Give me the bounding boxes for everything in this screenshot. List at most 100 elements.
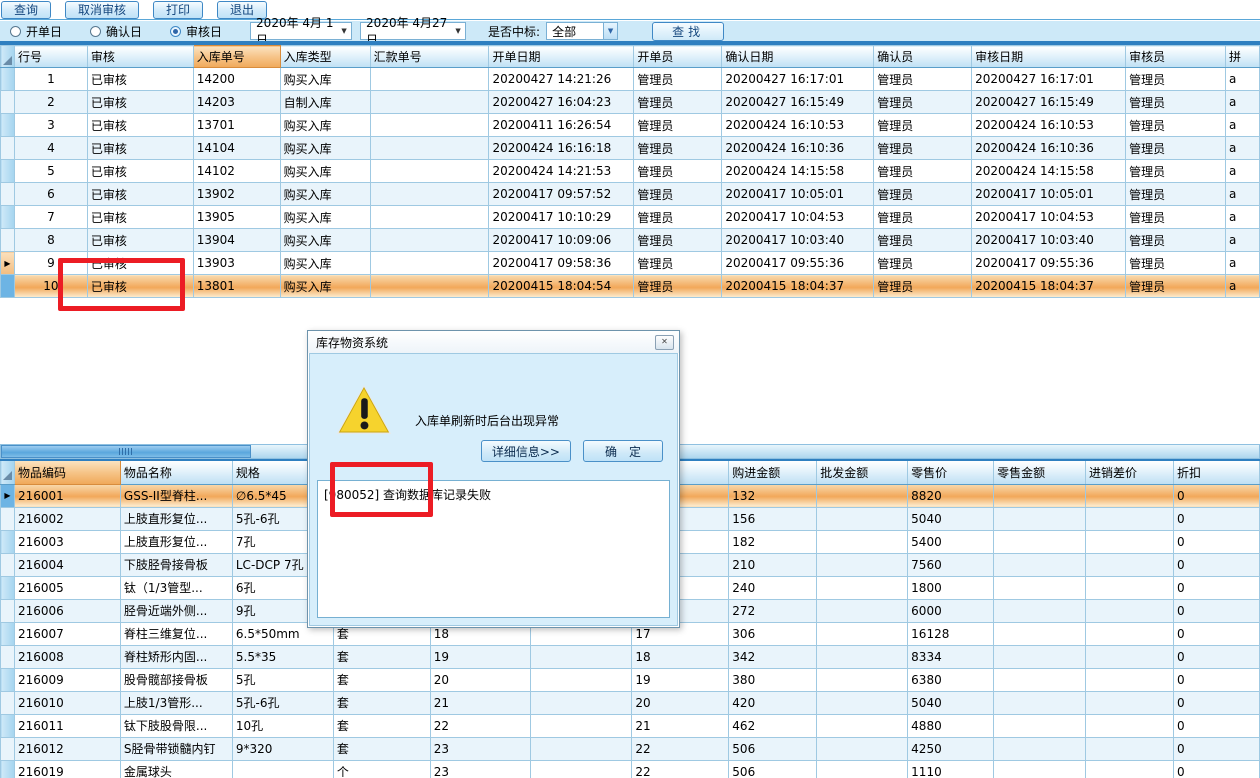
cell[interactable]: 216001 <box>13 483 121 508</box>
cell[interactable]: 0 <box>1172 667 1260 692</box>
cell[interactable]: 购买入库 <box>279 67 371 91</box>
cell[interactable]: 购买入库 <box>279 113 371 137</box>
cell[interactable]: 380 <box>728 667 818 692</box>
column-header[interactable]: 入库类型 <box>279 45 371 68</box>
toolbar-button-2[interactable]: 取消审核 <box>65 0 140 19</box>
cell[interactable] <box>529 667 633 692</box>
row-selector[interactable] <box>0 67 15 91</box>
cell[interactable]: 已审核 <box>86 159 194 183</box>
close-icon[interactable]: ✕ <box>655 334 674 350</box>
cell[interactable]: 0 <box>1172 529 1260 554</box>
cell[interactable]: 2 <box>13 90 88 114</box>
date-to-picker[interactable]: 2020年 4月27日 ▼ <box>360 16 467 47</box>
cell[interactable] <box>1085 713 1174 738</box>
cell[interactable]: 管理员 <box>873 205 973 229</box>
cell[interactable] <box>1085 529 1174 554</box>
cell[interactable]: a <box>1224 205 1260 229</box>
column-header[interactable]: 确认日期 <box>721 45 875 68</box>
cell[interactable]: 9*320 <box>231 736 334 761</box>
cell[interactable]: 132 <box>728 483 818 508</box>
cell[interactable] <box>369 113 490 137</box>
cell[interactable]: 20200417 09:57:52 <box>488 182 635 206</box>
row-selector[interactable] <box>0 690 15 715</box>
cell[interactable] <box>231 759 334 778</box>
cell[interactable]: 购买入库 <box>279 228 371 252</box>
cell[interactable] <box>1085 644 1174 669</box>
cell[interactable]: 套 <box>332 736 431 761</box>
cell[interactable] <box>993 598 1087 623</box>
cell[interactable]: 20200424 16:10:53 <box>721 113 875 137</box>
cell[interactable]: 1800 <box>907 575 995 600</box>
cell[interactable]: 3 <box>13 113 88 137</box>
cell[interactable]: 420 <box>728 690 818 715</box>
cell[interactable]: 股骨髋部接骨板 <box>119 667 233 692</box>
cell[interactable]: 管理员 <box>873 251 973 275</box>
row-selector[interactable] <box>0 182 15 206</box>
cell[interactable]: 6000 <box>907 598 995 623</box>
table-row[interactable]: 3 已审核 13701 购买入库 20200411 16:26:54 管理员 2020042… <box>0 113 1260 137</box>
cell[interactable]: 管理员 <box>1125 274 1226 298</box>
table-row[interactable]: 7 已审核 13905 购买入库 20200417 10:10:29 管理员 2020041… <box>0 205 1260 229</box>
cell[interactable]: 1 <box>13 67 88 91</box>
cell[interactable]: 管理员 <box>633 159 723 183</box>
cell[interactable]: 18 <box>631 644 730 669</box>
cell[interactable]: 20200424 14:21:53 <box>488 159 635 183</box>
cell[interactable]: 管理员 <box>873 67 973 91</box>
cell[interactable] <box>369 159 490 183</box>
cell[interactable]: 管理员 <box>633 274 723 298</box>
cell[interactable]: 20200424 16:16:18 <box>488 136 635 160</box>
cell[interactable]: 0 <box>1172 713 1260 738</box>
cell[interactable]: 已审核 <box>86 205 194 229</box>
cell[interactable] <box>529 713 633 738</box>
cell[interactable]: 14200 <box>192 67 281 91</box>
cell[interactable]: 216010 <box>13 690 121 715</box>
cell[interactable]: 管理员 <box>633 182 723 206</box>
row-selector[interactable] <box>0 113 15 137</box>
table-row[interactable]: 216008 脊柱矫形内固... 5.5*35 套 19 18 342 8334 0 <box>0 644 1260 669</box>
table-row[interactable]: 10 已审核 13801 购买入库 20200415 18:04:54 管理员 202004… <box>0 274 1260 298</box>
row-selector[interactable] <box>0 228 15 252</box>
cell[interactable]: 20200417 10:05:01 <box>971 182 1127 206</box>
cell[interactable]: 0 <box>1172 483 1260 508</box>
table-row[interactable]: 216010 上肢1/3管形... 5孔-6孔套 21 20 420 5040 0 <box>0 690 1260 715</box>
cell[interactable]: 8820 <box>907 483 995 508</box>
table-row[interactable]: 8 已审核 13904 购买入库 20200417 10:09:06 管理员 2020041… <box>0 228 1260 252</box>
cell[interactable]: 23 <box>429 759 531 778</box>
cell[interactable] <box>993 483 1087 508</box>
cell[interactable]: 216002 <box>13 506 121 531</box>
cell[interactable]: 462 <box>728 713 818 738</box>
cell[interactable]: 20200417 10:03:40 <box>721 228 875 252</box>
cell[interactable]: 钛（1/3管型... <box>119 575 233 600</box>
cell[interactable]: 管理员 <box>1125 67 1226 91</box>
cell[interactable]: 8334 <box>907 644 995 669</box>
cell[interactable] <box>369 205 490 229</box>
cell[interactable]: 306 <box>728 621 818 646</box>
cell[interactable]: 8 <box>13 228 88 252</box>
cell[interactable]: 管理员 <box>873 159 973 183</box>
cell[interactable] <box>816 529 909 554</box>
cell[interactable]: 个 <box>332 759 431 778</box>
table-row[interactable]: 4 已审核 14104 购买入库 20200424 16:16:18 管理员 2020042… <box>0 136 1260 160</box>
row-selector[interactable] <box>0 736 15 761</box>
row-selector[interactable] <box>0 598 15 623</box>
cell[interactable]: 20200417 10:09:06 <box>488 228 635 252</box>
cell[interactable] <box>529 690 633 715</box>
column-header[interactable]: 汇款单号 <box>369 45 490 68</box>
cell[interactable]: 9 <box>13 251 88 275</box>
cell[interactable]: 0 <box>1172 575 1260 600</box>
cell[interactable] <box>816 598 909 623</box>
row-selector[interactable] <box>0 713 15 738</box>
cell[interactable]: 20200417 10:10:29 <box>488 205 635 229</box>
cell[interactable]: 182 <box>728 529 818 554</box>
column-header[interactable]: 入库单号 <box>192 45 281 68</box>
cell[interactable]: 购买入库 <box>279 136 371 160</box>
cell[interactable]: 管理员 <box>633 113 723 137</box>
cell[interactable] <box>993 644 1087 669</box>
row-selector[interactable] <box>0 136 15 160</box>
cell[interactable]: 7 <box>13 205 88 229</box>
cell[interactable]: 管理员 <box>873 182 973 206</box>
cell[interactable]: 5040 <box>907 506 995 531</box>
cell[interactable]: 已审核 <box>86 274 194 298</box>
cell[interactable]: 10 <box>13 274 88 298</box>
cell[interactable]: 20200424 14:15:58 <box>721 159 875 183</box>
